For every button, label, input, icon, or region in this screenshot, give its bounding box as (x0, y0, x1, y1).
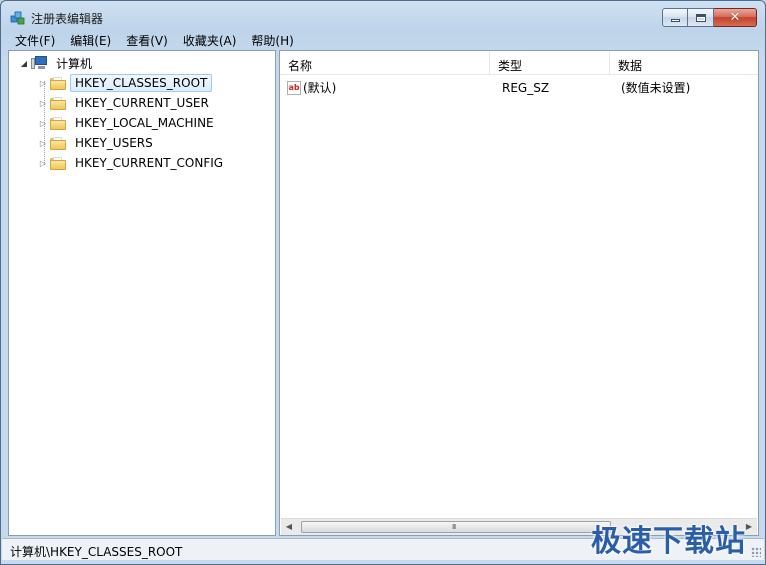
tree-node-hkcr[interactable]: ▷ HKEY_CLASSES_ROOT (38, 74, 213, 92)
maximize-button[interactable] (688, 8, 714, 27)
scrollbar-thumb[interactable]: III (301, 521, 611, 533)
expand-arrow-icon[interactable]: ▷ (38, 159, 48, 168)
minimize-button[interactable] (662, 8, 688, 27)
window-controls: ✕ (662, 8, 757, 27)
close-button[interactable]: ✕ (714, 8, 757, 27)
value-data: (数值未设置) (621, 81, 691, 95)
tree-label-hkcu[interactable]: HKEY_CURRENT_USER (70, 94, 214, 112)
registry-editor-window: 注册表编辑器 ✕ 文件(F) 编辑(E) 查看(V) 收藏夹(A) 帮助(H) … (0, 0, 766, 565)
folder-icon (50, 116, 66, 130)
scroll-left-icon[interactable]: ◀ (284, 522, 294, 531)
menu-help[interactable]: 帮助(H) (243, 32, 300, 49)
folder-icon (50, 96, 66, 110)
tree-node-hku[interactable]: ▷ HKEY_USERS (38, 134, 158, 152)
column-header-type[interactable]: 类型 (490, 51, 610, 75)
resize-grip-icon[interactable] (751, 547, 761, 557)
values-list[interactable]: 名称 类型 数据 ab (默认) REG_SZ (数值未设置) ◀ III ▶ (279, 50, 759, 536)
tree-node-hkcc[interactable]: ▷ HKEY_CURRENT_CONFIG (38, 154, 228, 172)
collapse-arrow-icon[interactable]: ◢ (19, 59, 29, 68)
tree-label-hkcr[interactable]: HKEY_CLASSES_ROOT (70, 74, 213, 92)
list-header: 名称 类型 数据 (280, 51, 758, 75)
expand-arrow-icon[interactable]: ▷ (38, 139, 48, 148)
scrollbar-grip: III (452, 523, 456, 531)
menu-bar: 文件(F) 编辑(E) 查看(V) 收藏夹(A) 帮助(H) (7, 31, 759, 50)
registry-tree[interactable]: ◢ 计算机 ▷ HKEY_CLASSES_ROOT ▷ HKEY_CURRENT… (8, 50, 276, 536)
menu-view[interactable]: 查看(V) (118, 32, 175, 49)
minimize-icon (670, 19, 680, 22)
regedit-icon (10, 11, 25, 25)
list-item[interactable]: ab (默认) REG_SZ (数值未设置) (280, 78, 758, 97)
menu-favorites[interactable]: 收藏夹(A) (175, 32, 244, 49)
folder-icon (50, 76, 66, 90)
column-header-name[interactable]: 名称 (280, 51, 490, 75)
tree-label-computer[interactable]: 计算机 (51, 53, 97, 74)
tree-label-hkcc[interactable]: HKEY_CURRENT_CONFIG (70, 154, 228, 172)
title-bar[interactable]: 注册表编辑器 ✕ (1, 1, 765, 31)
close-icon: ✕ (729, 10, 741, 25)
menu-edit[interactable]: 编辑(E) (62, 32, 118, 49)
tree-node-computer[interactable]: ◢ 计算机 (19, 54, 97, 72)
status-path: 计算机\HKEY_CLASSES_ROOT (10, 545, 183, 559)
folder-icon (50, 156, 66, 170)
watermark: 极速下载站 (591, 524, 746, 559)
computer-icon (31, 56, 47, 70)
menu-file[interactable]: 文件(F) (7, 32, 62, 49)
expand-arrow-icon[interactable]: ▷ (38, 79, 48, 88)
string-value-icon: ab (287, 80, 301, 95)
value-name: (默认) (303, 81, 337, 95)
value-type: REG_SZ (502, 80, 550, 95)
maximize-icon (695, 13, 706, 22)
window-title: 注册表编辑器 (31, 12, 104, 26)
expand-arrow-icon[interactable]: ▷ (38, 119, 48, 128)
column-header-data[interactable]: 数据 (610, 51, 758, 75)
tree-node-hklm[interactable]: ▷ HKEY_LOCAL_MACHINE (38, 114, 219, 132)
tree-label-hklm[interactable]: HKEY_LOCAL_MACHINE (70, 114, 219, 132)
folder-icon (50, 136, 66, 150)
tree-label-hku[interactable]: HKEY_USERS (70, 134, 158, 152)
expand-arrow-icon[interactable]: ▷ (38, 99, 48, 108)
tree-node-hkcu[interactable]: ▷ HKEY_CURRENT_USER (38, 94, 214, 112)
